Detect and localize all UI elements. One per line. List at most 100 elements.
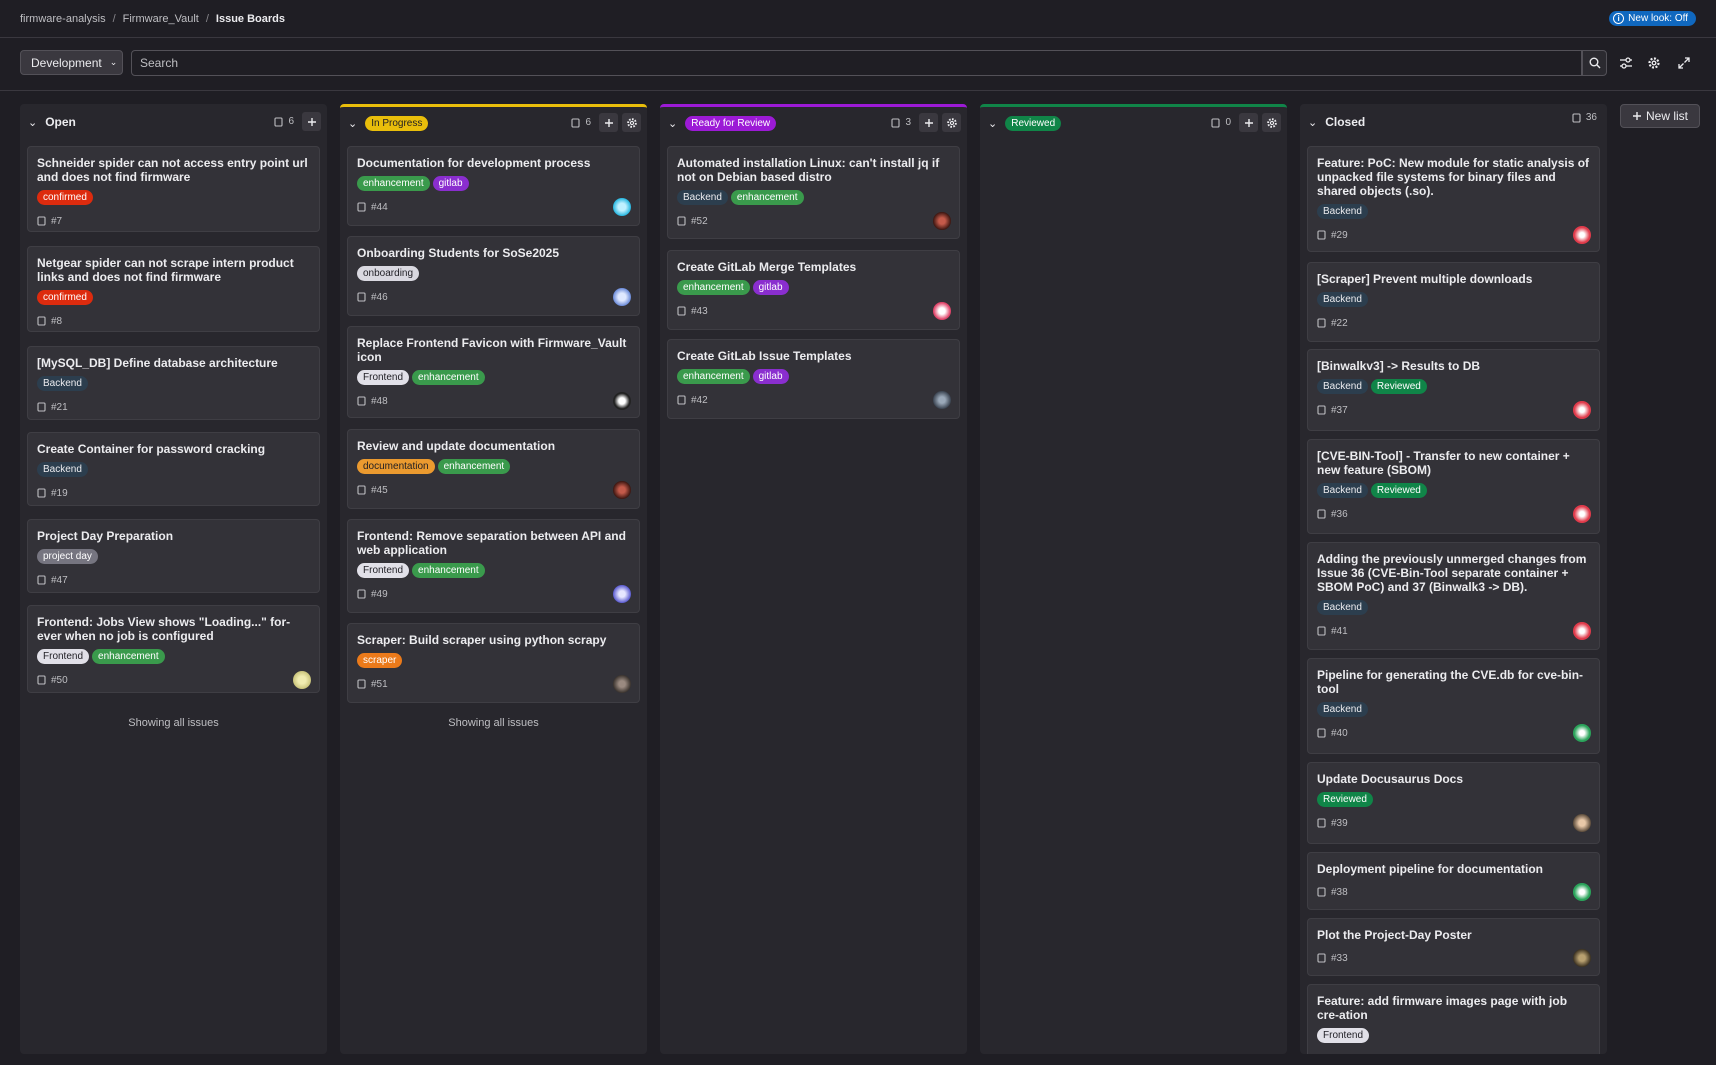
issue-title[interactable]: Documentation for development process bbox=[357, 156, 630, 170]
issue-card[interactable]: Scraper: Build scraper using python scra… bbox=[347, 623, 640, 703]
issue-title[interactable]: Frontend: Remove separation between API … bbox=[357, 529, 630, 557]
breadcrumb-current[interactable]: Issue Boards bbox=[216, 13, 285, 25]
label-gitlab[interactable]: gitlab bbox=[752, 369, 789, 384]
issue-title[interactable]: Replace Frontend Favicon with Firmware_V… bbox=[357, 336, 630, 364]
issue-card[interactable]: Feature: PoC: New module for static anal… bbox=[1307, 146, 1600, 252]
add-issue-button[interactable] bbox=[302, 112, 321, 131]
breadcrumb-project[interactable]: Firmware_Vault bbox=[123, 13, 199, 25]
issue-title[interactable]: Plot the Project-Day Poster bbox=[1317, 928, 1590, 942]
label-confirmed[interactable]: confirmed bbox=[37, 290, 93, 305]
avatar[interactable] bbox=[1573, 622, 1591, 640]
label-enhancement[interactable]: enhancement bbox=[412, 370, 485, 385]
label-enhancement[interactable]: enhancement bbox=[357, 176, 430, 191]
avatar[interactable] bbox=[613, 675, 631, 693]
new-look-toggle[interactable]: i New look: Off bbox=[1609, 11, 1696, 26]
label-onboarding[interactable]: onboarding bbox=[357, 266, 420, 281]
search-button[interactable] bbox=[1582, 50, 1607, 76]
label-enhancement[interactable]: enhancement bbox=[677, 280, 750, 295]
issue-title[interactable]: Deployment pipeline for documentation bbox=[1317, 862, 1590, 876]
issue-card[interactable]: Frontend: Remove separation between API … bbox=[347, 519, 640, 613]
label-enhancement[interactable]: enhancement bbox=[92, 649, 165, 664]
chevron-down-icon[interactable]: ⌄ bbox=[28, 116, 37, 129]
issue-card[interactable]: Update Docusaurus Docs Reviewed #39 bbox=[1307, 762, 1600, 844]
label-frontend[interactable]: Frontend bbox=[357, 370, 410, 385]
issue-card[interactable]: Feature: add firmware images page with j… bbox=[1307, 984, 1600, 1054]
avatar[interactable] bbox=[1573, 949, 1591, 967]
issue-card[interactable]: Replace Frontend Favicon with Firmware_V… bbox=[347, 326, 640, 418]
label-reviewed[interactable]: Reviewed bbox=[1370, 483, 1427, 498]
new-list-button[interactable]: New list bbox=[1620, 104, 1700, 128]
issue-title[interactable]: Schneider spider can not access entry po… bbox=[37, 156, 310, 184]
label-frontend[interactable]: Frontend bbox=[37, 649, 90, 664]
avatar[interactable] bbox=[613, 585, 631, 603]
label-backend[interactable]: Backend bbox=[1317, 483, 1368, 498]
issue-title[interactable]: Adding the previously unmerged changes f… bbox=[1317, 552, 1590, 594]
label-backend[interactable]: Backend bbox=[1317, 292, 1368, 307]
label-enhancement[interactable]: enhancement bbox=[730, 190, 804, 205]
issue-title[interactable]: [CVE-BIN-Tool] - Transfer to new contain… bbox=[1317, 449, 1590, 477]
issue-card[interactable]: Review and update documentation document… bbox=[347, 429, 640, 509]
issue-title[interactable]: Create Container for password cracking bbox=[37, 442, 310, 456]
issue-title[interactable]: Scraper: Build scraper using python scra… bbox=[357, 633, 630, 647]
issue-card[interactable]: Automated installation Linux: can't inst… bbox=[667, 146, 960, 239]
list-settings-button[interactable] bbox=[622, 113, 641, 132]
label-confirmed[interactable]: confirmed bbox=[37, 190, 93, 205]
issue-card[interactable]: Create GitLab Issue Templates enhancemen… bbox=[667, 339, 960, 419]
issue-title[interactable]: Automated installation Linux: can't inst… bbox=[677, 156, 950, 184]
avatar[interactable] bbox=[933, 391, 951, 409]
label-gitlab[interactable]: gitlab bbox=[432, 176, 469, 191]
issue-card[interactable]: Netgear spider can not scrape intern pro… bbox=[27, 246, 320, 332]
issue-title[interactable]: Netgear spider can not scrape intern pro… bbox=[37, 256, 310, 284]
add-issue-button[interactable] bbox=[919, 113, 938, 132]
label-backend[interactable]: Backend bbox=[1317, 600, 1368, 615]
label-reviewed[interactable]: Reviewed bbox=[1317, 792, 1373, 807]
chevron-down-icon[interactable]: ⌄ bbox=[668, 117, 677, 130]
issue-card[interactable]: [CVE-BIN-Tool] - Transfer to new contain… bbox=[1307, 439, 1600, 534]
filter-settings-icon[interactable] bbox=[1618, 55, 1634, 71]
issue-title[interactable]: [Binwalkv3] -> Results to DB bbox=[1317, 359, 1590, 373]
avatar[interactable] bbox=[1573, 883, 1591, 901]
issue-title[interactable]: Onboarding Students for SoSe2025 bbox=[357, 246, 630, 260]
issue-title[interactable]: Feature: PoC: New module for static anal… bbox=[1317, 156, 1590, 198]
label-backend[interactable]: Backend bbox=[1317, 379, 1368, 394]
label-enhancement[interactable]: enhancement bbox=[412, 563, 485, 578]
issue-title[interactable]: [Scraper] Prevent multiple downloads bbox=[1317, 272, 1590, 286]
issue-title[interactable]: [MySQL_DB] Define database architecture bbox=[37, 356, 310, 370]
issue-card[interactable]: Pipeline for generating the CVE.db for c… bbox=[1307, 658, 1600, 754]
label-frontend[interactable]: Frontend bbox=[1317, 1028, 1370, 1043]
chevron-down-icon[interactable]: ⌄ bbox=[1308, 116, 1317, 129]
avatar[interactable] bbox=[933, 302, 951, 320]
label-project-day[interactable]: project day bbox=[37, 549, 98, 564]
avatar[interactable] bbox=[613, 481, 631, 499]
avatar[interactable] bbox=[933, 212, 951, 230]
chevron-down-icon[interactable]: ⌄ bbox=[348, 117, 357, 130]
label-scraper[interactable]: scraper bbox=[357, 653, 403, 668]
label-documentation[interactable]: documentation bbox=[357, 459, 435, 474]
label-backend[interactable]: Backend bbox=[37, 462, 88, 477]
label-reviewed[interactable]: Reviewed bbox=[1370, 379, 1427, 394]
avatar[interactable] bbox=[1573, 814, 1591, 832]
label-backend[interactable]: Backend bbox=[1317, 204, 1368, 219]
issue-title[interactable]: Frontend: Jobs View shows "Loading..." f… bbox=[37, 615, 310, 643]
issue-title[interactable]: Review and update documentation bbox=[357, 439, 630, 453]
avatar[interactable] bbox=[1573, 724, 1591, 742]
issue-card[interactable]: Frontend: Jobs View shows "Loading..." f… bbox=[27, 605, 320, 693]
add-issue-button[interactable] bbox=[1239, 113, 1258, 132]
issue-card[interactable]: Create Container for password cracking B… bbox=[27, 432, 320, 506]
issue-card[interactable]: Documentation for development process en… bbox=[347, 146, 640, 226]
search-input[interactable] bbox=[131, 50, 1582, 76]
issue-card[interactable]: Deployment pipeline for documentation #3… bbox=[1307, 852, 1600, 910]
avatar[interactable] bbox=[1573, 505, 1591, 523]
issue-title[interactable]: Create GitLab Issue Templates bbox=[677, 349, 950, 363]
issue-card[interactable]: Schneider spider can not access entry po… bbox=[27, 146, 320, 232]
issue-title[interactable]: Pipeline for generating the CVE.db for c… bbox=[1317, 668, 1590, 696]
issue-card[interactable]: Plot the Project-Day Poster #33 bbox=[1307, 918, 1600, 976]
avatar[interactable] bbox=[1573, 401, 1591, 419]
label-enhancement[interactable]: enhancement bbox=[677, 369, 750, 384]
issue-title[interactable]: Update Docusaurus Docs bbox=[1317, 772, 1590, 786]
label-backend[interactable]: Backend bbox=[677, 190, 728, 205]
label-backend[interactable]: Backend bbox=[37, 376, 88, 391]
breadcrumb-group[interactable]: firmware-analysis bbox=[20, 13, 106, 25]
avatar[interactable] bbox=[613, 288, 631, 306]
list-settings-button[interactable] bbox=[1262, 113, 1281, 132]
